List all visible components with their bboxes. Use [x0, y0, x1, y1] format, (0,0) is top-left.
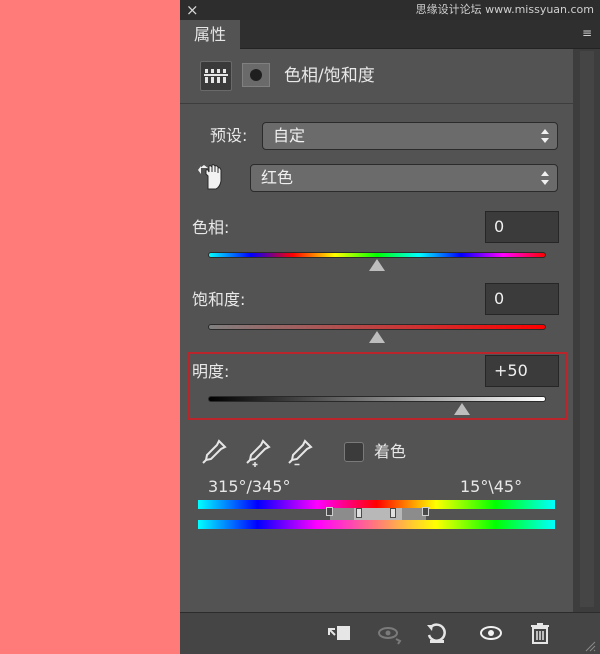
trash-icon[interactable]	[527, 621, 553, 645]
canvas-preview	[0, 0, 180, 654]
hue-slider-thumb[interactable]	[369, 259, 385, 271]
clip-to-layer-icon[interactable]	[326, 621, 352, 645]
adjustment-header: 色相/饱和度	[180, 49, 573, 103]
visibility-eye-icon[interactable]	[478, 621, 504, 645]
scrollbar-track[interactable]	[580, 51, 594, 607]
preset-select[interactable]: 自定	[262, 122, 558, 150]
eyedropper-subtract-icon[interactable]	[286, 438, 314, 468]
reset-icon[interactable]	[424, 621, 450, 645]
saturation-input[interactable]: 0	[485, 283, 559, 315]
tab-properties[interactable]: 属性	[180, 20, 240, 49]
lightness-slider-track[interactable]	[208, 396, 546, 402]
hue-input[interactable]: 0	[485, 211, 559, 243]
saturation-slider-track[interactable]	[208, 324, 546, 330]
range-handle-right-outer[interactable]	[422, 507, 429, 516]
eyedropper-icon[interactable]	[200, 438, 228, 466]
select-arrows-icon	[541, 129, 549, 143]
range-right-value: 15°\45°	[460, 477, 523, 496]
close-icon[interactable]: ×	[186, 1, 199, 19]
resize-grip-icon[interactable]	[584, 640, 596, 652]
preset-value: 自定	[273, 126, 306, 145]
colorize-label: 着色	[374, 442, 407, 461]
preset-label: 预设:	[210, 126, 248, 145]
view-previous-icon[interactable]	[376, 621, 402, 645]
scrollbar[interactable]	[574, 49, 600, 612]
select-arrows-icon	[541, 171, 549, 185]
range-left-value: 315°/345°	[208, 477, 291, 496]
lightness-label: 明度:	[192, 362, 230, 381]
range-handle-left-inner[interactable]	[356, 508, 362, 518]
lightness-slider-thumb[interactable]	[453, 403, 470, 415]
panel-title-bar: × 思缘设计论坛 www.missyuan.com	[180, 0, 600, 20]
saturation-slider-thumb[interactable]	[369, 331, 385, 343]
hue-slider-track[interactable]	[208, 252, 546, 258]
adjustment-title: 色相/饱和度	[284, 66, 375, 86]
adjustment-body: 预设: 自定 红色 色相: 0 饱和度: 0 明度: +50 着色 315°/3…	[180, 104, 573, 612]
channel-select[interactable]: 红色	[250, 164, 558, 192]
output-color-bar	[198, 520, 555, 529]
watermark: 思缘设计论坛 www.missyuan.com	[415, 3, 594, 16]
lightness-input[interactable]: +50	[485, 355, 559, 387]
colorize-checkbox[interactable]	[344, 442, 364, 462]
hand-adjust-icon[interactable]	[196, 162, 230, 192]
range-handle-left-outer[interactable]	[326, 507, 333, 516]
channel-value: 红色	[261, 168, 294, 187]
panel-menu-icon[interactable]: ≡	[582, 26, 592, 40]
saturation-label: 饱和度:	[192, 290, 246, 309]
properties-panel: × 思缘设计论坛 www.missyuan.com 属性 ≡ 色相/饱和度 预设…	[180, 0, 600, 654]
tab-row: 属性 ≡	[180, 20, 600, 49]
hue-label: 色相:	[192, 218, 230, 237]
hue-saturation-icon[interactable]	[200, 61, 232, 91]
eyedropper-add-icon[interactable]	[244, 438, 272, 468]
range-handle-right-inner[interactable]	[390, 508, 396, 518]
mask-icon[interactable]	[242, 63, 270, 87]
panel-footer	[180, 612, 600, 654]
